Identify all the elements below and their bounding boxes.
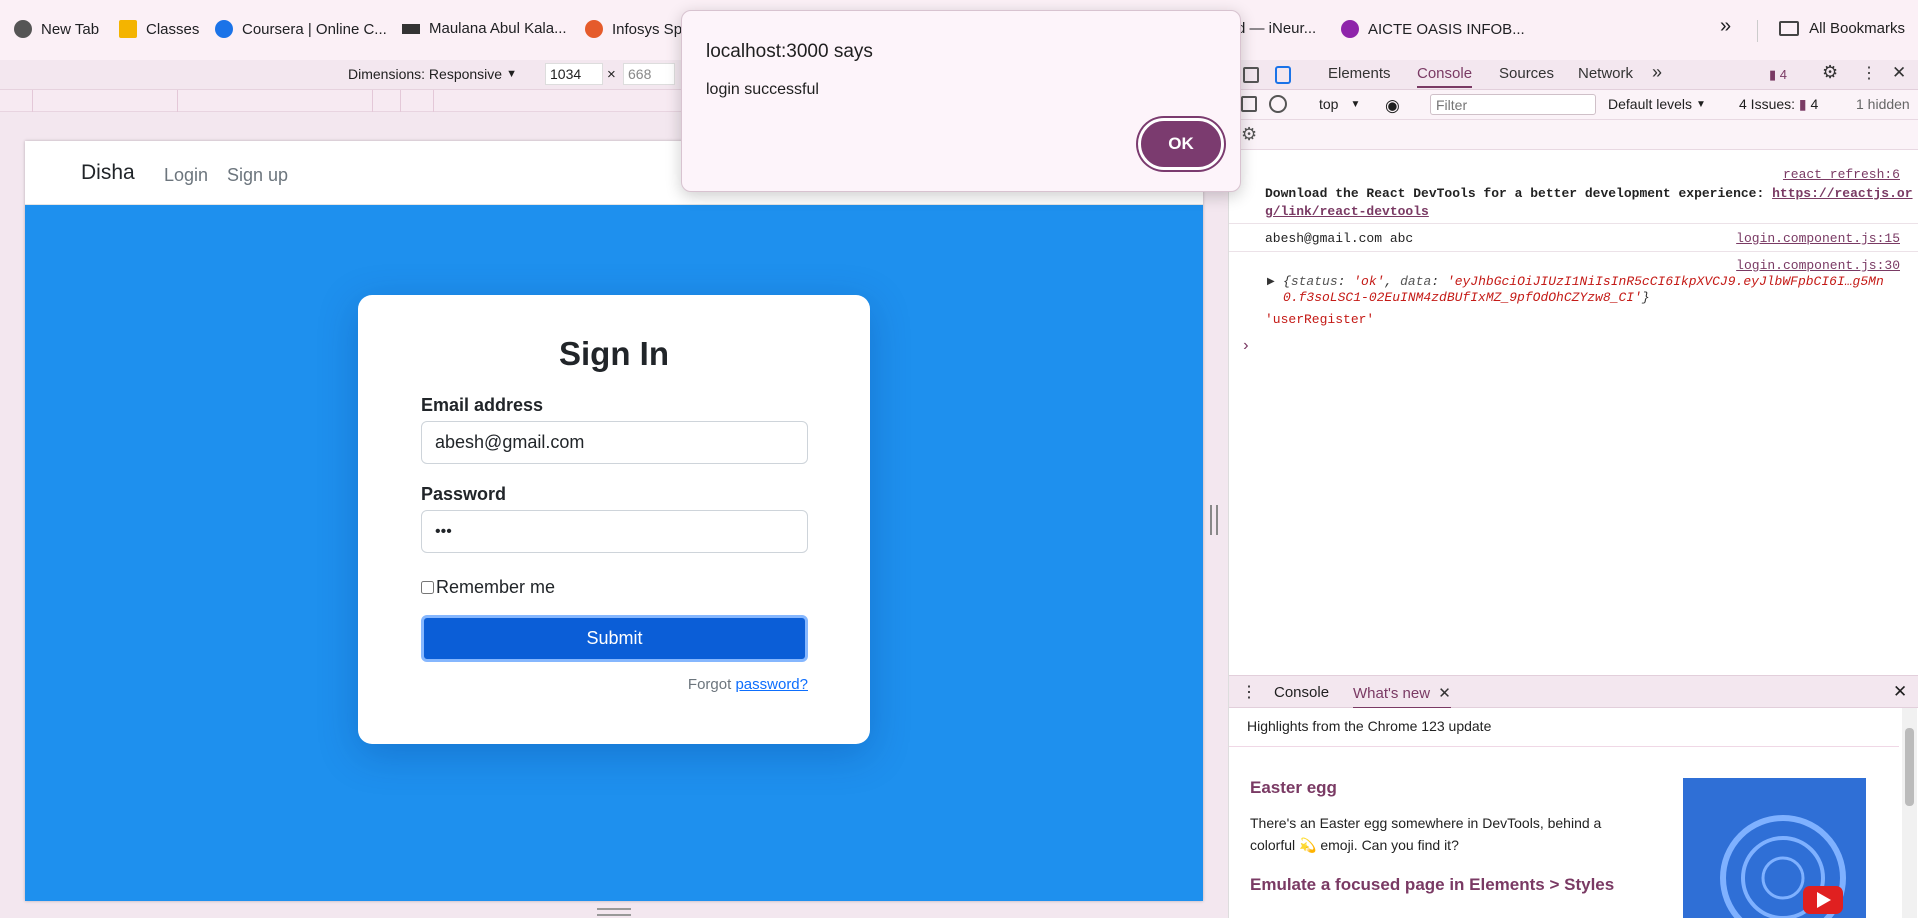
bookmark-infosys[interactable]: Infosys Sp [585,20,682,38]
hero-background: Sign In Email address Password ••• Remem… [25,205,1203,901]
brand-logo[interactable]: Disha [81,161,135,185]
signin-title: Sign In [559,335,669,372]
close-tab-icon[interactable]: ✕ [1438,685,1451,702]
infosys-icon [585,20,603,38]
width-input[interactable]: 1034 [545,63,603,85]
folder-icon [1779,21,1800,36]
alert-title: localhost:3000 says [706,41,873,62]
alert-ok-button[interactable]: OK [1138,118,1224,170]
console-message: 'userRegister' [1265,312,1375,327]
easter-egg-text: There's an Easter egg somewhere in DevTo… [1250,815,1602,853]
caret-down-icon: ▼ [1350,98,1361,110]
kebab-menu-icon[interactable]: ⋮ [1861,63,1877,83]
graduation-cap-icon [402,23,420,34]
app-viewport: Disha Login Sign up Sign In Email addres… [25,141,1203,901]
close-devtools-icon[interactable]: ✕ [1892,63,1906,83]
aicte-icon [1341,20,1359,38]
bookmark-classes[interactable]: Classes [119,20,199,38]
submit-button[interactable]: Submit [421,615,808,662]
signin-card: Sign In Email address Password ••• Remem… [358,295,870,744]
globe-icon [14,20,32,38]
forgot-password: Forgot password? [687,676,808,693]
bookmark-new-tab[interactable]: New Tab [14,20,99,38]
bookmark-ineuron[interactable]: d — iNeur... [1237,20,1316,37]
forgot-password-link[interactable]: password? [735,676,808,693]
bookmark-maulana[interactable]: Maulana Abul Kala... [402,20,567,37]
device-toggle-icon[interactable] [1275,66,1291,84]
issues-counter[interactable]: ▮ 4 [1769,67,1787,83]
nav-signup-link[interactable]: Sign up [227,165,288,186]
console-toolbar: top▼ ◉ Default levels▼ 4 Issues: ▮ 4 1 h… [1229,90,1918,120]
clear-console-icon[interactable] [1269,95,1287,113]
all-bookmarks-button[interactable]: All Bookmarks [1779,20,1905,37]
emulate-focus-heading: Emulate a focused page in Elements > Sty… [1250,875,1615,894]
caret-down-icon: ▼ [506,68,517,80]
height-input[interactable]: 668 [623,63,675,85]
tab-sources[interactable]: Sources [1499,65,1554,82]
drawer-tab-whats-new[interactable]: What's new ✕ [1353,684,1451,709]
classroom-icon [119,20,137,38]
issues-link[interactable]: 4 Issues: ▮ 4 [1739,96,1818,113]
highlights-heading: Highlights from the Chrome 123 update [1247,718,1492,734]
viewport-resize-handle[interactable] [1210,505,1218,535]
devtools-tab-bar: Elements Console Sources Network » ▮ 4 ⚙… [1229,60,1918,90]
console-settings-row: ⚙ [1229,120,1918,150]
tab-console[interactable]: Console [1417,65,1473,88]
drawer-tab-bar: ⋮ Console What's new ✕ ✕ [1229,675,1918,709]
context-selector[interactable]: top ▼ [1319,96,1360,112]
eye-icon[interactable]: ◉ [1385,96,1400,116]
devtools-panel: Elements Console Sources Network » ▮ 4 ⚙… [1228,60,1918,918]
password-input[interactable]: ••• [421,510,808,553]
drawer-tab-console[interactable]: Console [1274,684,1329,701]
hidden-count: 1 hidden [1856,96,1910,112]
nav-login-link[interactable]: Login [164,165,208,186]
drawer-menu-icon[interactable]: ⋮ [1241,682,1257,702]
alert-dialog: localhost:3000 says login successful OK [681,10,1241,192]
console-filter-input[interactable] [1430,94,1596,115]
viewport-height-handle[interactable] [597,908,631,916]
alert-message: login successful [706,81,819,98]
bookmark-coursera[interactable]: Coursera | Online C... [215,20,387,38]
close-drawer-icon[interactable]: ✕ [1893,682,1907,702]
bookmarks-overflow-icon[interactable]: » [1720,15,1731,38]
password-label: Password [421,484,507,504]
console-message: abesh@gmail.com abc [1265,231,1414,246]
remember-me[interactable]: Remember me [421,577,555,598]
console-prompt[interactable]: › [1241,337,1889,355]
dimensions-times: × [607,66,616,83]
issues-icon: ▮ [1798,96,1807,112]
coursera-icon [215,20,233,38]
sidebar-toggle-icon[interactable] [1241,96,1257,112]
dimensions-dropdown[interactable]: Dimensions: Responsive ▼ [348,66,517,82]
whats-new-panel: Highlights from the Chrome 123 update Ea… [1229,708,1918,918]
remember-checkbox[interactable] [421,581,434,594]
easter-egg-heading: Easter egg [1250,778,1337,797]
inspect-icon[interactable] [1243,67,1259,83]
tab-network[interactable]: Network [1578,65,1633,82]
console-source-link[interactable]: react_refresh:6 [1783,167,1900,182]
divider [1757,20,1758,42]
email-label: Email address [421,395,544,415]
email-input[interactable] [421,421,808,464]
bookmark-aicte[interactable]: AICTE OASIS INFOB... [1341,20,1525,38]
caret-down-icon: ▼ [1696,98,1706,110]
console-source-link[interactable]: login.component.js:30 [1736,258,1900,273]
more-tabs-icon[interactable]: » [1652,62,1662,83]
thumbnail-graphic [1720,815,1846,918]
scrollbar-thumb[interactable] [1905,728,1914,806]
feature-video-thumbnail[interactable] [1683,778,1866,918]
console-settings-gear-icon[interactable]: ⚙ [1241,124,1257,145]
console-message: Download the React DevTools for a better… [1265,186,1913,219]
tab-elements[interactable]: Elements [1328,65,1391,82]
scrollbar[interactable] [1902,708,1917,918]
console-object[interactable]: {status: 'ok', data: 'eyJhbGciOiJIUzI1Ni… [1283,274,1893,306]
log-levels-dropdown[interactable]: Default levels ▼ [1608,96,1706,112]
settings-gear-icon[interactable]: ⚙ [1822,62,1838,83]
